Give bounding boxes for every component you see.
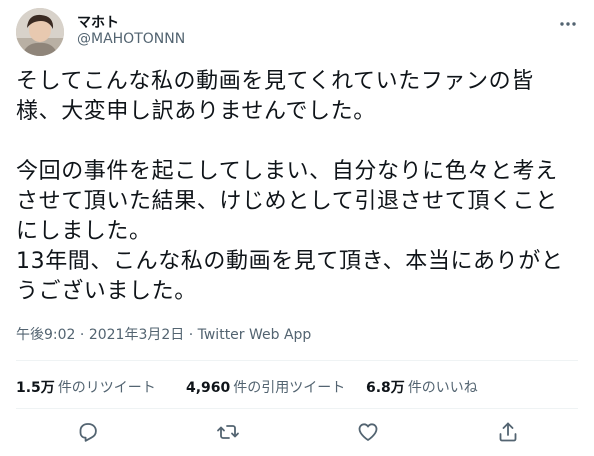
quote-count[interactable]: 4,960 件の引用ツイート — [186, 377, 345, 397]
tweet-line: 13年間、こんな私の動画を見て頂き、本当にありがと — [16, 249, 564, 274]
tweet-line: 今回の事件を起こしてしまい、自分なりに色々と考え — [16, 159, 558, 184]
quote-count-label: 件の引用ツイート — [233, 380, 346, 396]
retweet-count-value: 1.5万 — [16, 380, 55, 396]
tweet-line: そしてこんな私の動画を見てくれていたファンの皆 — [16, 69, 534, 94]
divider — [16, 408, 578, 409]
like-count-label: 件のいいね — [407, 380, 478, 396]
meta-separator: · — [79, 327, 85, 343]
meta-separator: · — [188, 327, 194, 343]
like-count-value: 6.8万 — [366, 380, 405, 396]
share-icon[interactable] — [496, 420, 520, 444]
retweet-icon[interactable] — [216, 420, 240, 444]
display-name[interactable]: マホト — [77, 12, 119, 32]
tweet-meta: 午後9:02 · 2021年3月2日 · Twitter Web App — [16, 324, 311, 344]
avatar[interactable] — [16, 8, 64, 56]
tweet-source[interactable]: Twitter Web App — [198, 327, 312, 343]
like-icon[interactable] — [356, 420, 380, 444]
tweet-header: マホト @MAHOTONNN — [16, 6, 578, 56]
retweet-count[interactable]: 1.5万 件のリツイート — [16, 377, 156, 397]
tweet-date[interactable]: 2021年3月2日 — [89, 327, 184, 343]
retweet-count-label: 件のリツイート — [57, 380, 156, 396]
tweet-line: させて頂いた結果、けじめとして引退させて頂くこと — [16, 189, 558, 214]
tweet-line: 様、大変申し訳ありませんでした。 — [16, 99, 376, 124]
divider — [16, 360, 578, 361]
tweet-card: マホト @MAHOTONNN そしてこんな私の動画を見てくれていたファンの皆 様… — [0, 0, 594, 456]
tweet-line: うございました。 — [16, 279, 197, 304]
tweet-line — [16, 127, 581, 157]
tweet-time[interactable]: 午後9:02 — [16, 327, 75, 343]
tweet-line: にしました。 — [16, 219, 152, 244]
reply-icon[interactable] — [76, 420, 100, 444]
tweet-text: そしてこんな私の動画を見てくれていたファンの皆 様、大変申し訳ありませんでした。… — [16, 67, 581, 307]
user-handle[interactable]: @MAHOTONNN — [77, 31, 185, 47]
tweet-actions — [16, 420, 578, 450]
more-icon[interactable] — [558, 14, 578, 34]
quote-count-value: 4,960 — [186, 380, 231, 396]
tweet-stats: 1.5万 件のリツイート 4,960 件の引用ツイート 6.8万 件のいいね — [16, 377, 578, 399]
like-count[interactable]: 6.8万 件のいいね — [366, 377, 478, 397]
